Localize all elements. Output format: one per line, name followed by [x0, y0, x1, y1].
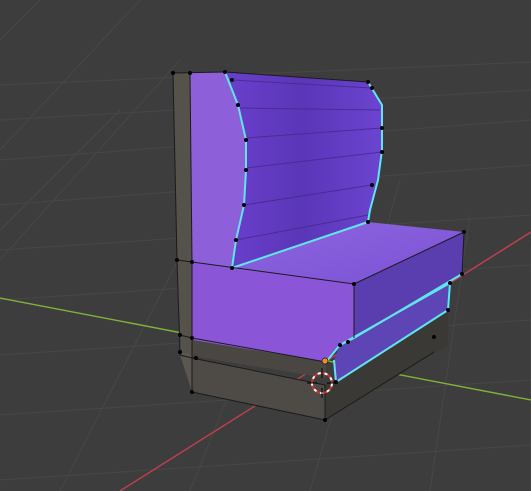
3d-viewport[interactable]: [0, 0, 531, 491]
viewport-canvas[interactable]: [0, 0, 531, 491]
origin-dot-icon: [321, 357, 329, 365]
